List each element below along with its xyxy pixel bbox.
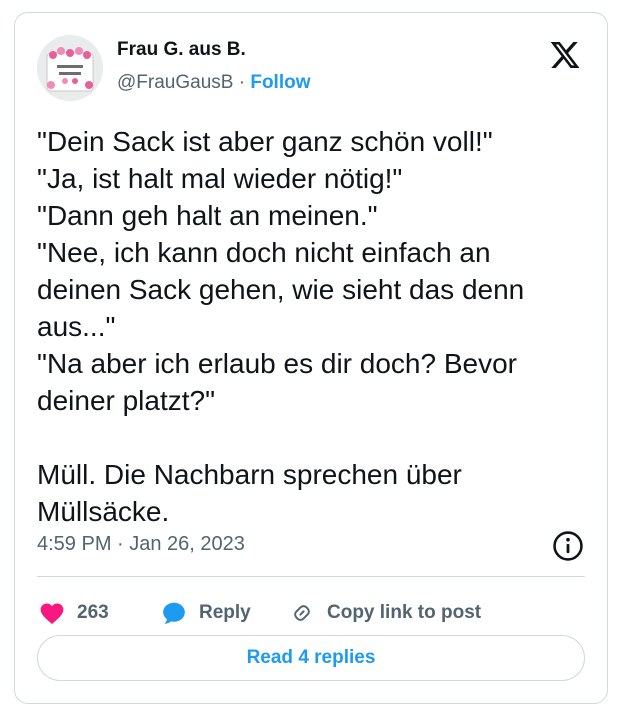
tweet-line: "Na aber ich erlaub es dir doch? Bevor d… [37,348,525,416]
reply-label: Reply [199,602,251,623]
tweet-line: "Dann geh halt an meinen." [37,200,378,231]
avatar[interactable] [37,35,103,101]
tweet-line-blank [37,419,577,456]
reply-button[interactable]: Reply [161,591,251,635]
author-name[interactable]: Frau G. aus B. [117,39,246,61]
action-bar: 263 Reply Copy link to post [37,591,585,635]
tweet-line: Müll. Die Nachbarn sprechen über Müllsäc… [37,459,470,527]
tweet-text: "Dein Sack ist aber ganz schön voll!" "J… [37,123,577,530]
separator-dot: · [233,72,251,93]
author-handle[interactable]: @FrauGausB [117,72,233,93]
read-replies-button[interactable]: Read 4 replies [37,635,585,681]
tweet-line: "Dein Sack ist aber ganz schön voll!" [37,126,493,157]
link-icon [294,605,310,621]
copy-link-button[interactable]: Copy link to post [289,591,481,635]
tweet-header: Frau G. aus B. @FrauGausB · Follow [37,35,585,105]
like-button[interactable]: 263 [39,591,109,635]
like-count: 263 [77,602,109,623]
x-logo-icon[interactable] [549,39,581,71]
handle-row: @FrauGausB · Follow [117,72,311,94]
info-icon[interactable] [551,529,585,563]
speech-bubble-icon [163,602,185,624]
timestamp-row: 4:59 PM · Jan 26, 2023 [37,529,585,565]
tweet-line: "Nee, ich kann doch nicht einfach an dei… [37,237,533,342]
divider [37,576,585,577]
follow-button[interactable]: Follow [250,72,310,93]
copy-link-label: Copy link to post [327,602,482,623]
tweet-card: Frau G. aus B. @FrauGausB · Follow "Dein… [14,12,608,704]
timestamp[interactable]: 4:59 PM · Jan 26, 2023 [37,533,245,556]
heart-icon [40,603,64,625]
tweet-line: "Ja, ist halt mal wieder nötig!" [37,163,403,194]
